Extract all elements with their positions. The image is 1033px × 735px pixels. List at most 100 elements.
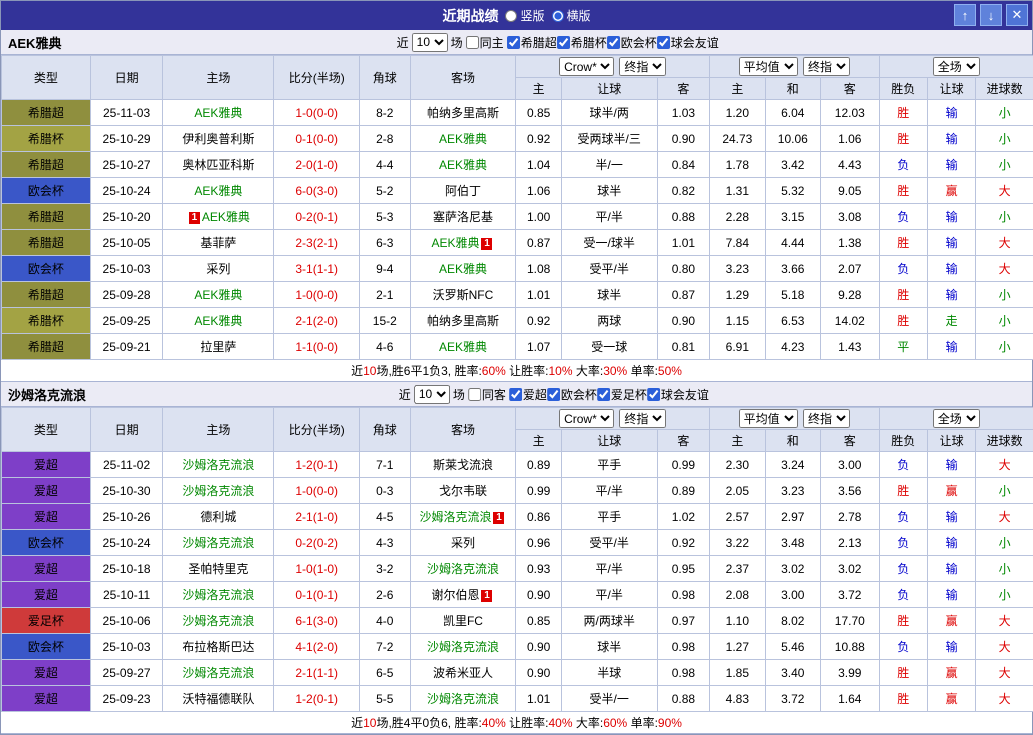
score-cell[interactable]: 1-0(0-0)	[274, 100, 360, 126]
score-cell[interactable]: 0-1(0-0)	[274, 126, 360, 152]
league-type-cell[interactable]: 爱超	[2, 452, 91, 478]
score-cell[interactable]: 1-0(0-0)	[274, 282, 360, 308]
team-name[interactable]: AEK雅典	[202, 210, 250, 224]
scope-select[interactable]: 全场	[933, 409, 980, 428]
close-button[interactable]: ✕	[1006, 4, 1028, 26]
league-type-cell[interactable]: 希腊超	[2, 282, 91, 308]
team-name[interactable]: AEK雅典	[431, 236, 479, 250]
team-name[interactable]: 帕纳多里高斯	[427, 314, 499, 328]
league-filter[interactable]: 希腊超	[507, 34, 557, 51]
team-name[interactable]: AEK雅典	[439, 158, 487, 172]
recent-count-select[interactable]: 10	[412, 33, 448, 52]
team-name[interactable]: 塞萨洛尼基	[433, 210, 493, 224]
league-filter[interactable]: 球会友谊	[647, 386, 709, 403]
team-name[interactable]: AEK雅典	[194, 106, 242, 120]
score-cell[interactable]: 2-0(1-0)	[274, 152, 360, 178]
team-name[interactable]: 基菲萨	[200, 236, 236, 250]
team-name[interactable]: 沙姆洛克流浪	[182, 458, 254, 472]
score-cell[interactable]: 4-1(2-0)	[274, 634, 360, 660]
same-venue-filter[interactable]: 同客	[468, 386, 506, 403]
league-checkbox[interactable]	[607, 36, 620, 49]
scope-select[interactable]: 全场	[933, 57, 980, 76]
move-down-button[interactable]: ↓	[980, 4, 1002, 26]
team-name[interactable]: 采列	[451, 536, 475, 550]
horizontal-layout-radio[interactable]	[552, 10, 564, 22]
team-name[interactable]: 德利城	[200, 510, 236, 524]
team-name[interactable]: 波希米亚人	[433, 666, 493, 680]
odds-stage-select[interactable]: 终指	[619, 57, 666, 76]
league-type-cell[interactable]: 希腊超	[2, 230, 91, 256]
league-filter[interactable]: 爱超	[509, 386, 547, 403]
league-type-cell[interactable]: 爱超	[2, 582, 91, 608]
score-cell[interactable]: 3-1(1-1)	[274, 256, 360, 282]
score-cell[interactable]: 2-1(2-0)	[274, 308, 360, 334]
team-name[interactable]: 奥林匹亚科斯	[182, 158, 254, 172]
league-type-cell[interactable]: 爱超	[2, 660, 91, 686]
league-checkbox[interactable]	[647, 388, 660, 401]
league-type-cell[interactable]: 欧会杯	[2, 634, 91, 660]
league-type-cell[interactable]: 爱超	[2, 504, 91, 530]
avg-stage-select[interactable]: 终指	[803, 57, 850, 76]
score-cell[interactable]: 6-1(3-0)	[274, 608, 360, 634]
team-name[interactable]: 戈尔韦联	[439, 484, 487, 498]
league-checkbox[interactable]	[509, 388, 522, 401]
league-type-cell[interactable]: 欧会杯	[2, 178, 91, 204]
team-name[interactable]: 拉里萨	[200, 340, 236, 354]
league-type-cell[interactable]: 欧会杯	[2, 256, 91, 282]
score-cell[interactable]: 2-1(1-0)	[274, 504, 360, 530]
league-type-cell[interactable]: 爱足杯	[2, 608, 91, 634]
layout-vertical-option[interactable]: 竖版	[505, 7, 544, 24]
league-type-cell[interactable]: 希腊超	[2, 152, 91, 178]
team-name[interactable]: 沙姆洛克流浪	[182, 484, 254, 498]
team-name[interactable]: 伊利奥普利斯	[182, 132, 254, 146]
same-venue-checkbox[interactable]	[466, 36, 479, 49]
avg-source-select[interactable]: 平均值	[739, 409, 798, 428]
team-name[interactable]: 沙姆洛克流浪	[182, 536, 254, 550]
score-cell[interactable]: 1-0(1-0)	[274, 556, 360, 582]
team-name[interactable]: AEK雅典	[194, 314, 242, 328]
score-cell[interactable]: 1-2(0-1)	[274, 452, 360, 478]
odds-stage-select[interactable]: 终指	[619, 409, 666, 428]
league-filter[interactable]: 球会友谊	[657, 34, 719, 51]
team-name[interactable]: 沙姆洛克流浪	[419, 510, 491, 524]
league-type-cell[interactable]: 欧会杯	[2, 530, 91, 556]
league-type-cell[interactable]: 希腊超	[2, 334, 91, 360]
league-checkbox[interactable]	[547, 388, 560, 401]
league-filter[interactable]: 欧会杯	[607, 34, 657, 51]
team-name[interactable]: 沙姆洛克流浪	[427, 562, 499, 576]
league-type-cell[interactable]: 希腊超	[2, 204, 91, 230]
score-cell[interactable]: 1-0(0-0)	[274, 478, 360, 504]
score-cell[interactable]: 2-3(2-1)	[274, 230, 360, 256]
odds-source-select[interactable]: Crow*	[559, 409, 614, 428]
team-name[interactable]: AEK雅典	[439, 340, 487, 354]
league-checkbox[interactable]	[557, 36, 570, 49]
league-type-cell[interactable]: 爱超	[2, 478, 91, 504]
team-name[interactable]: 凯里FC	[443, 614, 483, 628]
league-filter[interactable]: 爱足杯	[597, 386, 647, 403]
team-name[interactable]: 沙姆洛克流浪	[427, 692, 499, 706]
same-venue-filter[interactable]: 同主	[466, 34, 504, 51]
avg-stage-select[interactable]: 终指	[803, 409, 850, 428]
league-type-cell[interactable]: 希腊杯	[2, 308, 91, 334]
score-cell[interactable]: 0-2(0-1)	[274, 204, 360, 230]
score-cell[interactable]: 2-1(1-1)	[274, 660, 360, 686]
vertical-layout-radio[interactable]	[505, 10, 517, 22]
team-name[interactable]: 采列	[206, 262, 230, 276]
league-checkbox[interactable]	[657, 36, 670, 49]
avg-source-select[interactable]: 平均值	[739, 57, 798, 76]
league-checkbox[interactable]	[597, 388, 610, 401]
league-checkbox[interactable]	[507, 36, 520, 49]
league-type-cell[interactable]: 希腊超	[2, 100, 91, 126]
recent-count-select[interactable]: 10	[414, 385, 450, 404]
layout-horizontal-option[interactable]: 横版	[552, 7, 591, 24]
score-cell[interactable]: 1-2(0-1)	[274, 686, 360, 712]
team-name[interactable]: 沃特福德联队	[182, 692, 254, 706]
team-name[interactable]: AEK雅典	[439, 262, 487, 276]
league-type-cell[interactable]: 希腊杯	[2, 126, 91, 152]
score-cell[interactable]: 6-0(3-0)	[274, 178, 360, 204]
team-name[interactable]: 沃罗斯NFC	[433, 288, 494, 302]
team-name[interactable]: AEK雅典	[194, 288, 242, 302]
move-up-button[interactable]: ↑	[954, 4, 976, 26]
league-type-cell[interactable]: 爱超	[2, 686, 91, 712]
team-name[interactable]: AEK雅典	[194, 184, 242, 198]
